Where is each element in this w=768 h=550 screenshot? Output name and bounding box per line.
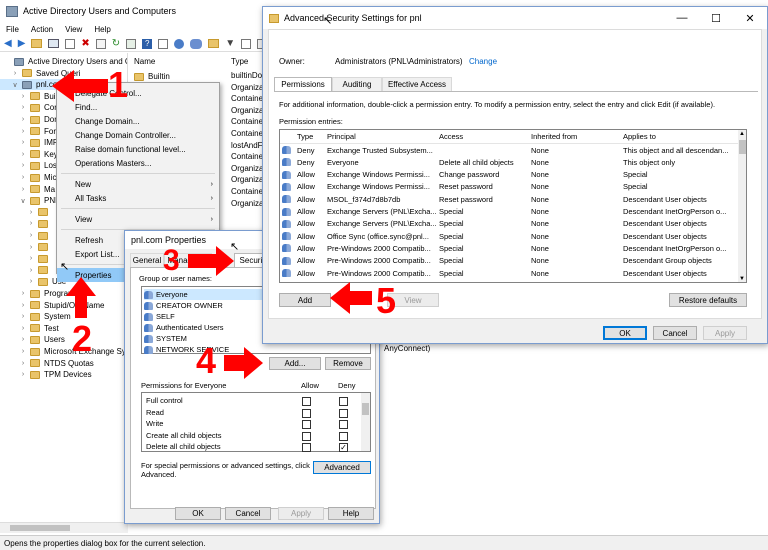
arrow-5-icon [330,282,372,314]
annotation-1: 1 [108,64,129,105]
annotation-3: 3 [163,244,180,277]
annotation-5: 5 [376,280,397,321]
annotation-2: 2 [72,318,93,359]
arrow-1-icon [52,70,108,102]
arrow-4-icon [224,347,263,379]
arrow-3-icon [188,246,234,276]
annotation-4: 4 [196,340,217,381]
arrow-2-icon [66,277,96,318]
